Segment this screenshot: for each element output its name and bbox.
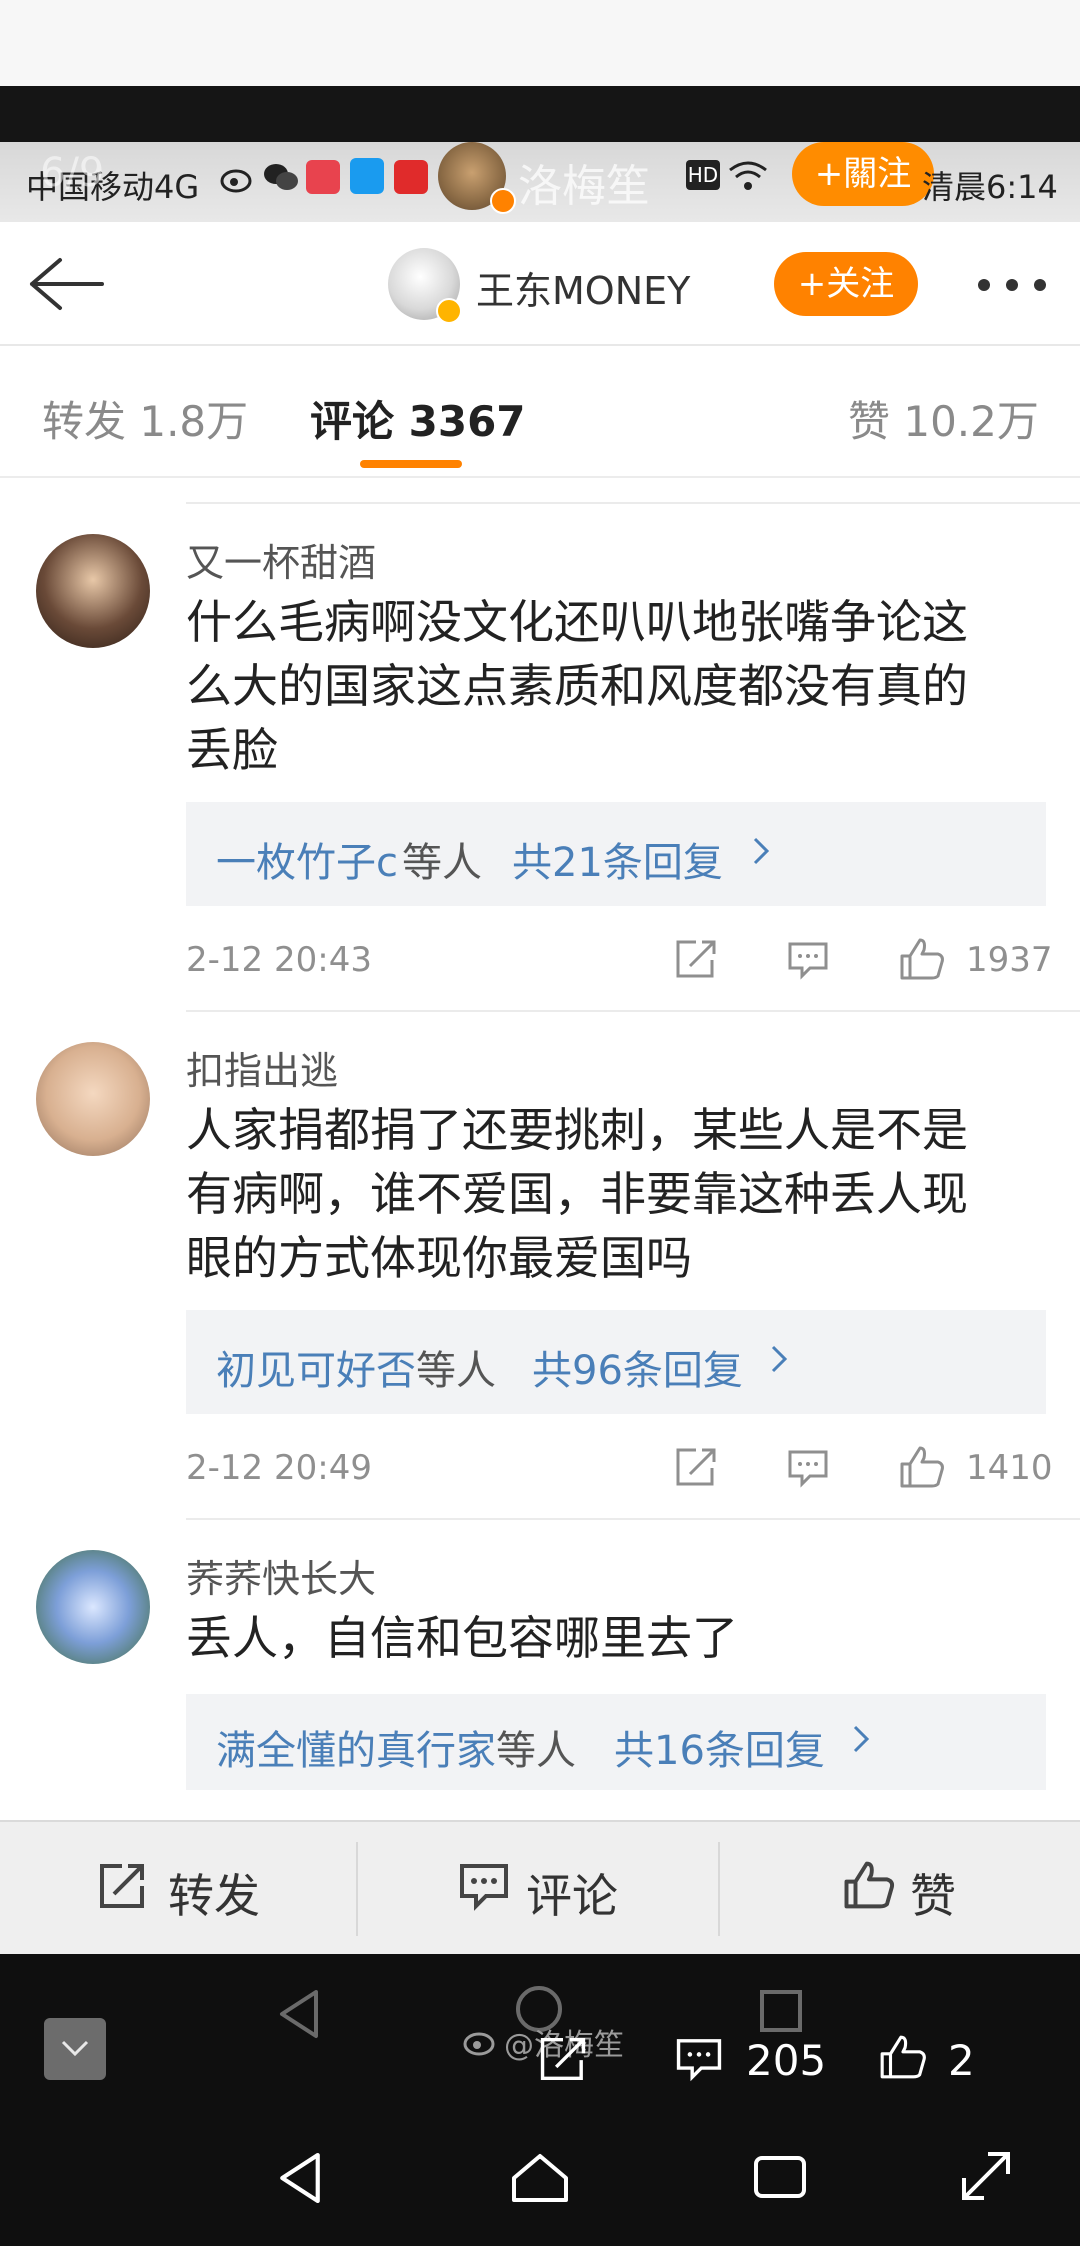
divider bbox=[186, 1518, 1080, 1520]
weibo-screenshot: 中国移动4G 洛梅笙 HD +關注 清晨6:14 6/9 王东MONEY +关注 bbox=[0, 142, 1080, 1954]
reply-suffix: 等人 bbox=[416, 1348, 496, 1394]
comment-username[interactable]: 扣指出逃 bbox=[186, 1040, 338, 1095]
reply-names: 一枚竹子c bbox=[216, 840, 398, 886]
comment-count: 205 bbox=[746, 2036, 827, 2085]
comment-text: 丢人，自信和包容哪里去了 bbox=[186, 1611, 738, 1665]
weibo-icon bbox=[218, 158, 256, 196]
share-icon[interactable] bbox=[538, 2034, 588, 2084]
app-icon-red bbox=[306, 160, 340, 194]
comment-button[interactable]: 评论 bbox=[526, 1860, 618, 1926]
expand-icon[interactable] bbox=[960, 2150, 1012, 2202]
divider bbox=[718, 1842, 720, 1936]
status-bar: 中国移动4G 洛梅笙 HD +關注 清晨6:14 bbox=[0, 142, 1080, 222]
more-icon[interactable] bbox=[976, 278, 1048, 292]
chevron-right-icon bbox=[852, 1724, 870, 1754]
comment-icon[interactable] bbox=[674, 2036, 724, 2082]
wechat-icon bbox=[262, 160, 300, 194]
tab-underline bbox=[360, 460, 462, 468]
reply-count: 共96条回复 bbox=[532, 1348, 743, 1394]
share-icon[interactable] bbox=[674, 938, 718, 980]
follow-button[interactable]: +关注 bbox=[774, 252, 918, 316]
share-icon[interactable] bbox=[674, 1446, 718, 1488]
action-bar: 转发 评论 赞 bbox=[0, 1820, 1080, 1954]
comment-username[interactable]: 又一杯甜酒 bbox=[186, 532, 376, 587]
viewer-dark-band bbox=[0, 86, 1080, 142]
back-arrow-icon[interactable] bbox=[26, 256, 106, 312]
tab-comments[interactable]: 评论 3367 bbox=[310, 388, 526, 449]
tab-likes[interactable]: 赞 10.2万 bbox=[848, 388, 1039, 449]
divider bbox=[356, 1842, 358, 1936]
huawei-icon bbox=[394, 160, 428, 194]
like-button[interactable]: 赞 bbox=[910, 1860, 956, 1926]
reply-icon[interactable] bbox=[786, 940, 830, 980]
comment-time: 2-12 20:43 bbox=[186, 940, 372, 980]
repost-icon[interactable] bbox=[96, 1860, 148, 1912]
reply-suffix: 等人 bbox=[402, 840, 482, 886]
comment-avatar[interactable] bbox=[36, 1042, 150, 1156]
nav-home-icon[interactable] bbox=[510, 2152, 570, 2204]
comment-username[interactable]: 荞荞快长大 bbox=[186, 1548, 376, 1603]
divider bbox=[186, 1010, 1080, 1012]
like-count: 1937 bbox=[966, 940, 1053, 980]
comment-avatar[interactable] bbox=[36, 534, 150, 648]
reply-names: 初见可好否 bbox=[216, 1348, 416, 1394]
reply-icon[interactable] bbox=[786, 1448, 830, 1488]
hd-icon: HD bbox=[686, 160, 720, 190]
reply-count: 共16条回复 bbox=[614, 1728, 825, 1774]
comment-avatar[interactable] bbox=[36, 1550, 150, 1664]
reply-suffix: 等人 bbox=[496, 1728, 576, 1774]
reply-preview[interactable]: 初见可好否 等人 共96条回复 bbox=[186, 1310, 1046, 1414]
page-counter: 6/9 bbox=[40, 150, 105, 196]
reply-preview[interactable]: 一枚竹子c 等人 共21条回复 bbox=[186, 802, 1046, 906]
like-icon[interactable] bbox=[878, 2032, 928, 2082]
time-text: 清晨6:14 bbox=[922, 168, 1058, 206]
like-icon[interactable] bbox=[898, 1444, 946, 1490]
nav-back-icon[interactable] bbox=[276, 2150, 324, 2206]
tab-repost[interactable]: 转发 1.8万 bbox=[42, 388, 248, 449]
nav-recent-icon[interactable] bbox=[752, 2154, 808, 2200]
post-header: 王东MONEY +关注 bbox=[0, 222, 1080, 346]
viewer-top-bar bbox=[0, 0, 1080, 86]
comment-text: 人家捐都捐了还要挑刺，某些人是不是有病啊，谁不爱国，非要靠这种丢人现眼的方式体现… bbox=[186, 1103, 968, 1285]
divider bbox=[186, 502, 1080, 504]
chevron-right-icon bbox=[770, 1344, 788, 1374]
alipay-icon bbox=[350, 158, 384, 194]
like-count: 1410 bbox=[966, 1448, 1053, 1488]
collapse-button[interactable] bbox=[44, 2018, 106, 2080]
tab-bar: 转发 1.8万 评论 3367 赞 10.2万 bbox=[0, 346, 1080, 478]
viewer-overlay: @洛梅笙 205 2 bbox=[0, 1954, 1080, 2246]
weibo-watermark-icon bbox=[460, 2024, 500, 2058]
reply-names: 满全懂的真行家 bbox=[216, 1728, 496, 1774]
overlay-follow-button[interactable]: +關注 bbox=[792, 142, 934, 206]
comment-time: 2-12 20:49 bbox=[186, 1448, 372, 1488]
chevron-right-icon bbox=[752, 836, 770, 866]
repost-button[interactable]: 转发 bbox=[168, 1860, 260, 1926]
nav-back-icon bbox=[276, 1988, 322, 2040]
like-icon[interactable] bbox=[898, 936, 946, 982]
comment-icon[interactable] bbox=[458, 1862, 510, 1912]
comment-text: 什么毛病啊没文化还叭叭地张嘴争论这么大的国家这点素质和风度都没有真的丢脸 bbox=[186, 595, 968, 777]
like-count: 2 bbox=[948, 2036, 975, 2085]
reply-preview[interactable]: 满全懂的真行家 等人 共16条回复 bbox=[186, 1694, 1046, 1790]
author-verified-icon bbox=[436, 298, 462, 324]
watermark-username: 洛梅笙 bbox=[518, 161, 650, 212]
reply-count: 共21条回复 bbox=[512, 840, 723, 886]
verified-badge-icon bbox=[490, 188, 516, 214]
nav-recent-icon bbox=[758, 1988, 804, 2034]
author-name[interactable]: 王东MONEY bbox=[476, 260, 690, 315]
wifi-icon bbox=[728, 158, 768, 192]
like-icon[interactable] bbox=[842, 1858, 896, 1912]
